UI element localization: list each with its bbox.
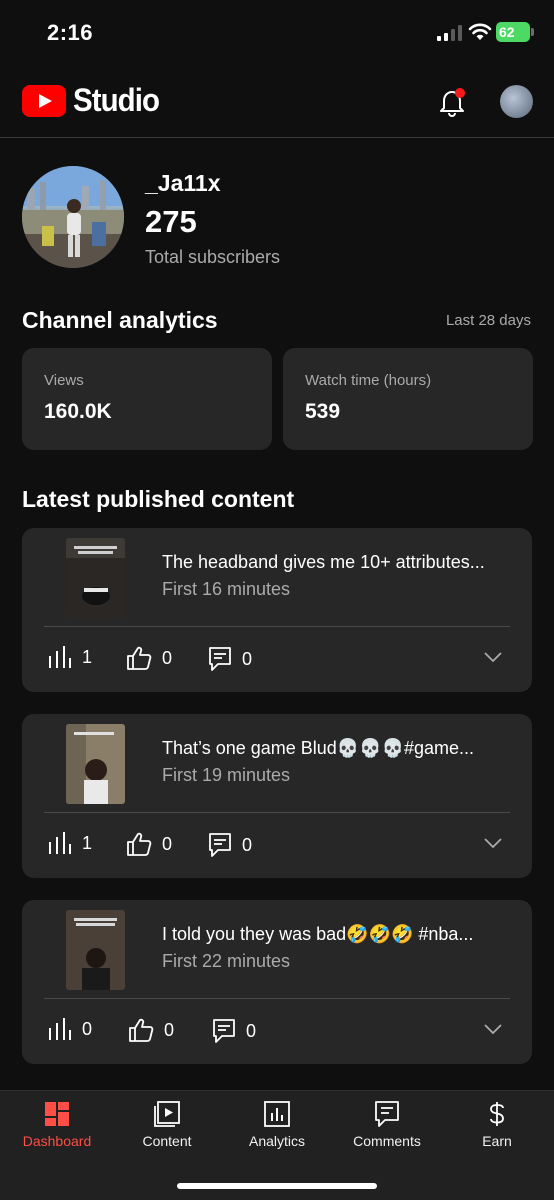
- subscriber-count: 275: [145, 204, 197, 239]
- status-time: 2:16: [47, 20, 94, 45]
- studio-logo-text: Studio: [73, 82, 160, 118]
- video-title[interactable]: The headband gives me 10+ attributes...: [162, 552, 512, 573]
- content-card[interactable]: I told you they was bad🤣🤣🤣 #nba... First…: [22, 900, 532, 1064]
- battery-level: 62: [499, 24, 515, 40]
- analytics-title: Channel analytics: [22, 307, 218, 333]
- views-metric: 1: [48, 646, 92, 668]
- thumbs-up-icon: [127, 832, 152, 856]
- nav-dashboard[interactable]: Dashboard: [2, 1101, 112, 1161]
- views-metric: 0: [48, 1018, 92, 1040]
- card-divider: [44, 626, 510, 627]
- video-timeframe: First 22 minutes: [162, 951, 291, 971]
- wifi-icon: [468, 23, 492, 40]
- video-timeframe: First 16 minutes: [162, 579, 291, 599]
- watch-time-card[interactable]: Watch time (hours) 539: [283, 348, 533, 450]
- views-count: 0: [82, 1018, 93, 1039]
- comments-count: 0: [246, 1020, 257, 1041]
- views-bars-icon: [49, 1018, 71, 1040]
- comments-count: 0: [242, 834, 253, 855]
- content-card[interactable]: The headband gives me 10+ attributes... …: [22, 528, 532, 692]
- subscriber-label: Total subscribers: [145, 247, 281, 267]
- chevron-down-icon[interactable]: [484, 1023, 502, 1035]
- views-bars-icon: [49, 832, 71, 854]
- likes-count: 0: [164, 1019, 175, 1040]
- views-label: Views: [44, 372, 84, 389]
- views-card[interactable]: Views 160.0K: [22, 348, 272, 450]
- card-divider: [44, 812, 510, 813]
- notifications-bell-icon[interactable]: [438, 86, 468, 118]
- battery-indicator: 62: [496, 22, 530, 42]
- comments-metric: 0: [208, 646, 252, 672]
- likes-metric: 0: [126, 832, 172, 856]
- analytics-range: Last 28 days: [445, 312, 531, 329]
- video-timeframe: First 19 minutes: [162, 765, 291, 785]
- card-divider: [44, 998, 510, 999]
- content-icon: [154, 1101, 180, 1127]
- likes-metric: 0: [128, 1018, 174, 1042]
- video-thumbnail[interactable]: [66, 910, 125, 990]
- channel-name: _Ja11x: [145, 170, 221, 196]
- app-header: Studio: [0, 66, 554, 138]
- home-indicator[interactable]: [177, 1183, 377, 1189]
- chevron-down-icon[interactable]: [484, 837, 502, 849]
- video-thumbnail[interactable]: [66, 724, 125, 804]
- video-thumbnail-image: [66, 538, 125, 618]
- thumbs-up-icon: [129, 1018, 154, 1042]
- latest-content-title: Latest published content: [22, 486, 295, 512]
- nav-label-earn: Earn: [482, 1133, 512, 1149]
- comments-icon: [375, 1101, 399, 1127]
- comments-metric: 0: [208, 832, 252, 858]
- youtube-logo-icon[interactable]: [22, 85, 66, 117]
- chevron-down-icon[interactable]: [484, 651, 502, 663]
- nav-earn[interactable]: Earn: [442, 1101, 552, 1161]
- channel-avatar-image: [22, 166, 124, 268]
- nav-label-content: Content: [142, 1133, 192, 1149]
- video-thumbnail[interactable]: [66, 538, 125, 618]
- analytics-icon: [264, 1101, 290, 1127]
- nav-comments[interactable]: Comments: [332, 1101, 442, 1161]
- views-count: 1: [82, 832, 93, 853]
- nav-label-analytics: Analytics: [248, 1133, 306, 1149]
- watch-time-label: Watch time (hours): [305, 372, 432, 389]
- thumbs-up-icon: [127, 646, 152, 670]
- battery-tip: [531, 28, 534, 36]
- comments-metric: 0: [212, 1018, 256, 1044]
- comment-icon: [213, 1019, 235, 1043]
- nav-label-comments: Comments: [353, 1133, 421, 1149]
- comments-count: 0: [242, 648, 253, 669]
- cellular-signal-icon: [437, 25, 462, 41]
- video-title[interactable]: That’s one game Blud💀💀💀#game...: [162, 738, 512, 759]
- video-thumbnail-image: [66, 724, 125, 804]
- views-value: 160.0K: [44, 400, 112, 423]
- nav-content[interactable]: Content: [112, 1101, 222, 1161]
- video-thumbnail-image: [66, 910, 125, 990]
- likes-count: 0: [162, 833, 173, 854]
- content-card[interactable]: That’s one game Blud💀💀💀#game... First 19…: [22, 714, 532, 878]
- comment-icon: [209, 647, 231, 671]
- status-bar: 2:16 62: [0, 0, 554, 66]
- watch-time-value: 539: [305, 400, 341, 423]
- likes-count: 0: [162, 647, 173, 668]
- account-avatar[interactable]: [500, 85, 533, 118]
- dashboard-icon: [45, 1102, 69, 1126]
- views-count: 1: [82, 646, 93, 667]
- nav-analytics[interactable]: Analytics: [222, 1101, 332, 1161]
- nav-label-dashboard: Dashboard: [22, 1133, 92, 1149]
- video-title[interactable]: I told you they was bad🤣🤣🤣 #nba...: [162, 924, 512, 945]
- dollar-icon: [490, 1102, 504, 1126]
- likes-metric: 0: [126, 646, 172, 670]
- views-bars-icon: [49, 646, 71, 668]
- comment-icon: [209, 833, 231, 857]
- channel-avatar: [22, 166, 124, 268]
- views-metric: 1: [48, 832, 92, 854]
